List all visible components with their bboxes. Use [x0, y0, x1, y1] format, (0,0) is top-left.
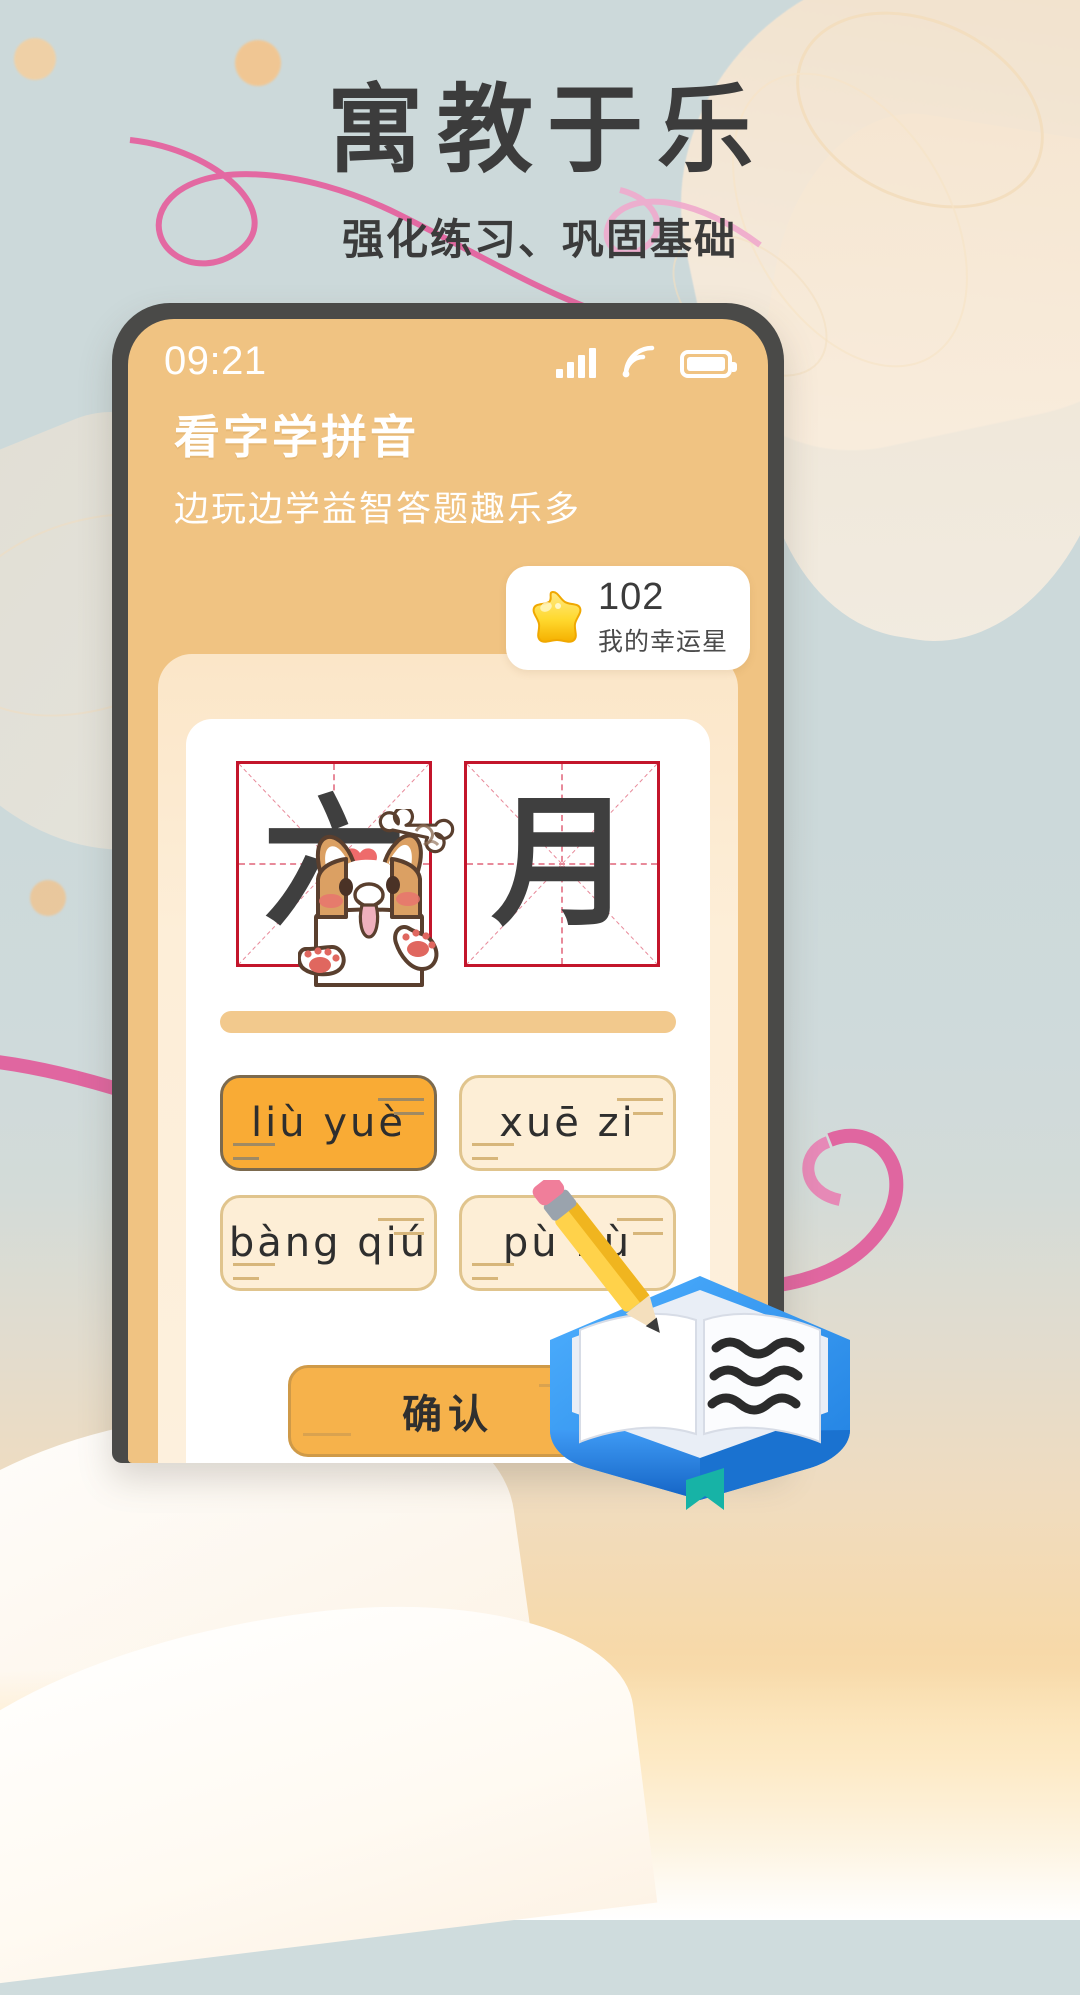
promo-headline: 寓教于乐 — [327, 77, 767, 184]
option-decor-tick — [633, 1112, 663, 1115]
option-decor-tick — [472, 1277, 498, 1280]
confirm-button-label: 确认 — [402, 1393, 494, 1437]
app-header: 看字学拼音 边玩边学益智答题趣乐多 — [128, 393, 768, 532]
option-decor-tick — [233, 1157, 259, 1160]
option-decor-tick — [472, 1263, 514, 1266]
answer-option-label: bàng qiú — [228, 1220, 429, 1266]
answer-option-2[interactable]: xuē zi — [459, 1075, 676, 1179]
answer-option-3[interactable]: bàng qiú — [220, 1195, 437, 1299]
option-decor-tick — [472, 1157, 498, 1160]
answer-option-label: xuē zi — [499, 1100, 636, 1146]
wifi-icon — [622, 345, 655, 378]
option-decor-tick — [233, 1263, 275, 1266]
corgi-dog-icon — [298, 809, 455, 987]
promo-subhead: 强化练习、巩固基础 — [341, 215, 738, 263]
option-decor-tick — [378, 1218, 424, 1221]
signal-bars-icon — [556, 348, 596, 378]
lucky-star-badge[interactable]: 102 我的幸运星 — [505, 566, 750, 670]
lucky-star-label: 我的幸运星 — [597, 627, 728, 656]
option-decor-tick — [394, 1112, 424, 1115]
app-title: 看字学拼音 — [174, 411, 419, 463]
answer-option-1[interactable]: liù yuè — [220, 1075, 437, 1179]
option-decor-tick — [617, 1098, 663, 1101]
decor-dot-3 — [30, 880, 66, 916]
status-bar: 09:21 — [128, 319, 768, 393]
option-decor-tick — [233, 1277, 259, 1280]
option-decor-tick — [394, 1232, 424, 1235]
battery-icon — [680, 350, 737, 378]
button-decor-tick — [303, 1433, 351, 1436]
lucky-star-count: 102 — [597, 576, 665, 618]
status-clock: 09:21 — [164, 338, 267, 383]
app-tagline: 边玩边学益智答题趣乐多 — [174, 490, 582, 529]
promo-header: 寓教于乐 强化练习、巩固基础 — [0, 0, 1080, 267]
status-icon-group — [556, 344, 737, 378]
option-decor-tick — [472, 1143, 514, 1146]
option-decor-tick — [233, 1143, 275, 1146]
option-decor-tick — [378, 1098, 424, 1101]
answer-option-label: liù yuè — [251, 1100, 406, 1146]
notebook-pencil-icon — [532, 1180, 850, 1510]
star-icon — [532, 590, 582, 643]
